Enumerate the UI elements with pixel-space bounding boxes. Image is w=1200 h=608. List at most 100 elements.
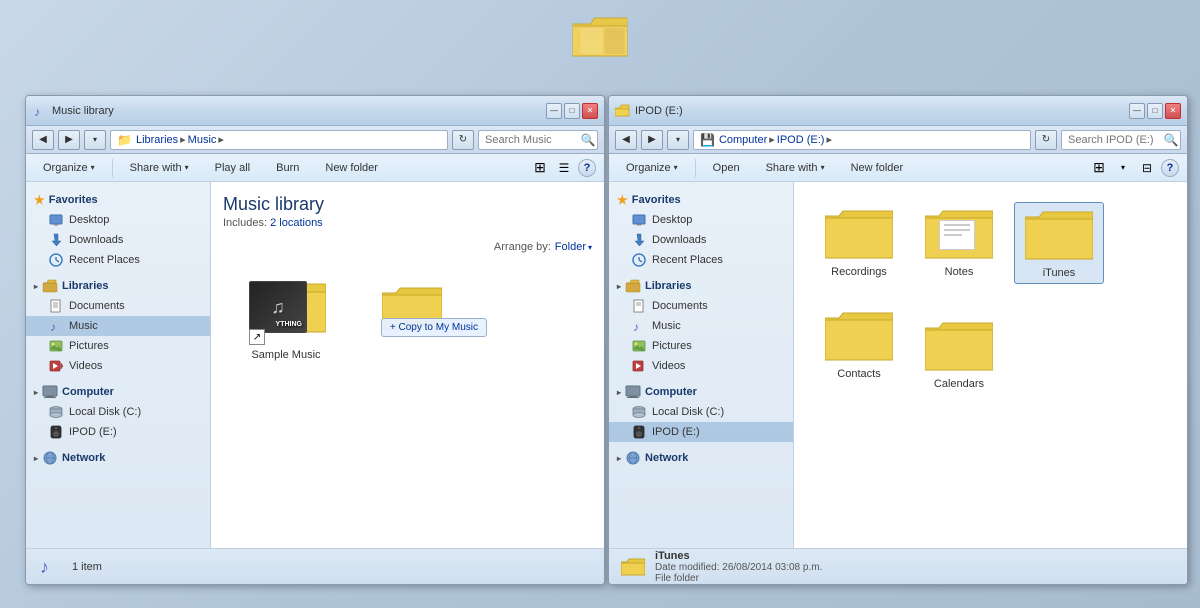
- left-sidebar-pictures[interactable]: Pictures: [26, 336, 210, 356]
- left-network-header[interactable]: ▸ Network: [26, 448, 210, 468]
- left-back-btn[interactable]: ◀: [32, 130, 54, 150]
- right-status-folder-icon: [621, 555, 645, 579]
- left-sidebar-music[interactable]: ♪ Music: [26, 316, 210, 336]
- right-sidebar-videos[interactable]: Videos: [609, 356, 793, 376]
- left-playall-btn[interactable]: Play all: [206, 157, 259, 179]
- left-organize-btn[interactable]: Organize ▾: [34, 157, 104, 179]
- right-localdisk-icon: [631, 404, 647, 420]
- right-libraries-chevron: ▸: [617, 282, 621, 291]
- left-burn-label: Burn: [276, 162, 299, 174]
- right-libraries-icon: [625, 279, 641, 293]
- left-sidebar-downloads[interactable]: Downloads: [26, 230, 210, 250]
- left-computer-header[interactable]: ▸ Computer: [26, 382, 210, 402]
- right-help-btn[interactable]: ?: [1161, 159, 1179, 177]
- right-minimize-btn[interactable]: —: [1129, 103, 1145, 119]
- right-sidebar-recent[interactable]: Recent Places: [609, 250, 793, 270]
- right-sidebar-documents[interactable]: Documents: [609, 296, 793, 316]
- right-sidebar-desktop[interactable]: Desktop: [609, 210, 793, 230]
- right-notes-paper: [939, 220, 975, 250]
- right-view-dropdown[interactable]: ▾: [1113, 158, 1133, 178]
- right-newfolder-btn[interactable]: New folder: [842, 157, 913, 179]
- right-back-btn[interactable]: ◀: [615, 130, 637, 150]
- left-minimize-btn[interactable]: —: [546, 103, 562, 119]
- right-sidebar-localdisk[interactable]: Local Disk (C:): [609, 402, 793, 422]
- left-documents-label: Documents: [69, 300, 125, 312]
- left-address-path[interactable]: 📁 Libraries ▸ Music ▸: [110, 130, 448, 150]
- right-path-ipod[interactable]: IPOD (E:): [777, 134, 825, 146]
- right-computer-section: ▸ Computer Local Disk (C:) IPOD (E:): [609, 382, 793, 442]
- right-sidebar-pictures[interactable]: Pictures: [609, 336, 793, 356]
- right-forward-btn[interactable]: ▶: [641, 130, 663, 150]
- right-pane-btn[interactable]: ⊟: [1137, 158, 1157, 178]
- right-file-notes[interactable]: Notes: [914, 202, 1004, 284]
- left-album-art: ♫ YTHING: [249, 281, 307, 333]
- left-forward-btn[interactable]: ▶: [58, 130, 80, 150]
- left-libraries-chevron: ▸: [34, 282, 38, 291]
- right-calendars-label: Calendars: [934, 378, 984, 390]
- left-arrange-bar: Arrange by: Folder ▾: [223, 241, 592, 253]
- right-refresh-btn[interactable]: ↻: [1035, 130, 1057, 150]
- left-sample-music-folder-icon: ♫ YTHING ↗: [241, 273, 331, 345]
- left-folder-chevron: ▾: [588, 243, 592, 252]
- right-file-recordings[interactable]: Recordings: [814, 202, 904, 284]
- left-maximize-btn[interactable]: □: [564, 103, 580, 119]
- left-sharewith-btn[interactable]: Share with ▾: [121, 157, 198, 179]
- left-favorites-header[interactable]: Favorites: [26, 190, 210, 210]
- left-recent-btn[interactable]: ▾: [84, 130, 106, 150]
- left-sidebar-documents[interactable]: Documents: [26, 296, 210, 316]
- right-open-btn[interactable]: Open: [704, 157, 749, 179]
- right-content-area: Favorites Desktop Downloads: [609, 182, 1187, 548]
- left-view-large-btn[interactable]: ⊞: [530, 158, 550, 178]
- left-sidebar-desktop[interactable]: Desktop: [26, 210, 210, 230]
- right-recent-icon: [631, 252, 647, 268]
- right-sidebar-downloads[interactable]: Downloads: [609, 230, 793, 250]
- right-recent-btn[interactable]: ▾: [667, 130, 689, 150]
- left-path-libraries[interactable]: Libraries: [136, 134, 178, 146]
- right-file-calendars[interactable]: Calendars: [914, 314, 1004, 394]
- left-music-label: Music: [69, 320, 98, 332]
- left-sidebar-ipod[interactable]: IPOD (E:): [26, 422, 210, 442]
- right-sidebar-music[interactable]: ♪ Music: [609, 316, 793, 336]
- left-burn-btn[interactable]: Burn: [267, 157, 308, 179]
- left-status-icon: ♪: [38, 555, 62, 579]
- right-network-icon: [625, 451, 641, 465]
- right-close-btn[interactable]: ✕: [1165, 103, 1181, 119]
- right-search-btn[interactable]: 🔍: [1161, 130, 1181, 150]
- left-refresh-btn[interactable]: ↻: [452, 130, 474, 150]
- left-help-btn[interactable]: ?: [578, 159, 596, 177]
- right-file-contacts[interactable]: Contacts: [814, 304, 904, 394]
- right-view-large-btn[interactable]: ⊞: [1089, 158, 1109, 178]
- right-favorites-header[interactable]: Favorites: [609, 190, 793, 210]
- left-computer-section: ▸ Computer Local Disk (C:) IPOD (E:): [26, 382, 210, 442]
- left-file-sample-music[interactable]: ♫ YTHING ↗ Sample Music: [231, 269, 341, 365]
- right-computer-header[interactable]: ▸ Computer: [609, 382, 793, 402]
- left-path-music[interactable]: Music: [188, 134, 217, 146]
- right-network-header[interactable]: ▸ Network: [609, 448, 793, 468]
- left-libraries-header[interactable]: ▸ Libraries: [26, 276, 210, 296]
- right-maximize-btn[interactable]: □: [1147, 103, 1163, 119]
- right-date-modified-value: 26/08/2014 03:08 p.m.: [722, 562, 822, 573]
- right-newfolder-label: New folder: [851, 162, 904, 174]
- left-sidebar-localdisk[interactable]: Local Disk (C:): [26, 402, 210, 422]
- left-sharewith-label: Share with: [130, 162, 182, 174]
- right-libraries-header[interactable]: ▸ Libraries: [609, 276, 793, 296]
- left-locations-link[interactable]: 2 locations: [270, 217, 323, 229]
- left-copy-overlay-btn[interactable]: + Copy to My Music: [381, 318, 487, 337]
- left-file-plain-folder[interactable]: + Copy to My Music: [357, 279, 467, 365]
- left-search-btn[interactable]: 🔍: [578, 130, 598, 150]
- right-sidebar-ipod[interactable]: IPOD (E:): [609, 422, 793, 442]
- right-organize-btn[interactable]: Organize ▾: [617, 157, 687, 179]
- left-sidebar-videos[interactable]: Videos: [26, 356, 210, 376]
- music-icon: ♪: [32, 103, 48, 119]
- right-file-itunes[interactable]: iTunes: [1014, 202, 1104, 284]
- left-view-small-btn[interactable]: ☰: [554, 158, 574, 178]
- right-address-path[interactable]: 💾 Computer ▸ IPOD (E:) ▸: [693, 130, 1031, 150]
- left-close-btn[interactable]: ✕: [582, 103, 598, 119]
- left-newfolder-btn[interactable]: New folder: [316, 157, 387, 179]
- right-sharewith-btn[interactable]: Share with ▾: [757, 157, 834, 179]
- music-library-window: ♪ Music library — □ ✕ ◀ ▶ ▾ 📁 Libraries …: [25, 95, 605, 585]
- left-folder-dropdown[interactable]: Folder ▾: [555, 241, 592, 253]
- right-path-computer[interactable]: Computer: [719, 134, 767, 146]
- left-sidebar-recent[interactable]: Recent Places: [26, 250, 210, 270]
- right-organize-label: Organize: [626, 162, 671, 174]
